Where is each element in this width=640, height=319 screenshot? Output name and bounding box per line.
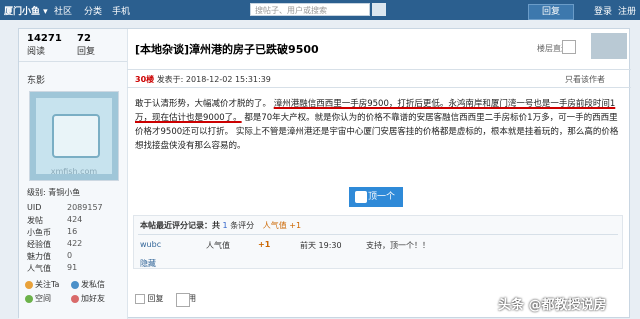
- rating-panel: 本帖最近评分记录：共 1 条评分 人气值 +1 wubc 人气值 +1 前天 1…: [133, 215, 623, 269]
- watermark-logo: 头条 @都教授说房: [498, 298, 607, 313]
- add-friend-link[interactable]: 加好友: [71, 293, 105, 304]
- follow-link[interactable]: 关注Ta: [25, 279, 59, 290]
- stat-posts: 发帖 424: [27, 215, 83, 225]
- site-menu[interactable]: 厦门小鱼 ▾: [4, 4, 48, 17]
- nav-community[interactable]: 社区: [54, 4, 72, 17]
- nav-mobile[interactable]: 手机: [112, 4, 130, 17]
- jump-floor-input[interactable]: [562, 40, 576, 54]
- reply-button[interactable]: 回复: [528, 4, 574, 20]
- post-title: [本地杂谈]漳州港的房子已跌破9500: [135, 43, 319, 56]
- nav-category[interactable]: 分类: [84, 4, 102, 17]
- hide-link[interactable]: 隐藏: [140, 258, 156, 269]
- views-stat: 14271 阅读: [27, 33, 62, 57]
- post-footer: 回复 引用: [135, 293, 196, 307]
- divider: [127, 87, 631, 88]
- add-friend-icon: [71, 294, 79, 303]
- register-link[interactable]: 注册: [618, 4, 636, 17]
- avatar[interactable]: xmfish.com: [29, 91, 119, 181]
- search-icon[interactable]: [372, 3, 386, 16]
- author-name[interactable]: 东影: [27, 73, 45, 86]
- author-panel: 14271 阅读 72 回复 东影 xmfish.com 级别: 青铜小鱼 UID 2…: [19, 29, 128, 319]
- user-level: 级别: 青铜小鱼: [27, 188, 81, 197]
- home-icon: [25, 294, 33, 303]
- floor-info: 30楼 发表于: 2018-12-02 15:31:39: [135, 75, 271, 84]
- divider: [127, 69, 631, 70]
- top-navbar: 厦门小鱼 ▾ 社区 分类 手机 搜帖子、用户或搜索 回复 登录 注册: [0, 0, 640, 20]
- quote-icon: [176, 293, 191, 307]
- post-card: 14271 阅读 72 回复 东影 xmfish.com 级别: 青铜小鱼 UID 2…: [18, 28, 631, 319]
- rating-header: 本帖最近评分记录：共 1 条评分 人气值 +1: [140, 221, 302, 230]
- stat-exp: 经验值 422: [27, 239, 83, 249]
- stat-coins: 小鱼币 16: [27, 227, 78, 237]
- stat-uid: UID 2089157: [27, 203, 103, 212]
- space-link[interactable]: 空间: [25, 293, 51, 304]
- only-author-link[interactable]: 只看该作者: [565, 74, 605, 85]
- reply-link[interactable]: 回复: [148, 294, 164, 303]
- stat-popularity: 人气值 91: [27, 263, 78, 273]
- login-link[interactable]: 登录: [594, 4, 612, 17]
- divider: [19, 61, 127, 62]
- mail-icon: [71, 280, 79, 289]
- reply-icon: [135, 293, 145, 304]
- replies-stat: 72 回复: [77, 33, 96, 57]
- thumbnail-image: [591, 33, 627, 59]
- stat-charm: 魅力值 0: [27, 251, 73, 261]
- thumbs-up-icon: [355, 191, 367, 203]
- divider: [138, 234, 618, 235]
- avatar-watermark: xmfish.com: [50, 167, 98, 176]
- message-link[interactable]: 发私信: [71, 279, 105, 290]
- post-content: 敢于认清形势，大幅减价才脱的了。 漳州港融信西西里一手房9500，打折后更低。永…: [135, 99, 619, 151]
- search-input[interactable]: 搜帖子、用户或搜索: [250, 3, 370, 16]
- rating-user[interactable]: wubc: [140, 240, 161, 249]
- like-button[interactable]: 顶一个: [349, 187, 403, 207]
- follow-icon: [25, 280, 33, 289]
